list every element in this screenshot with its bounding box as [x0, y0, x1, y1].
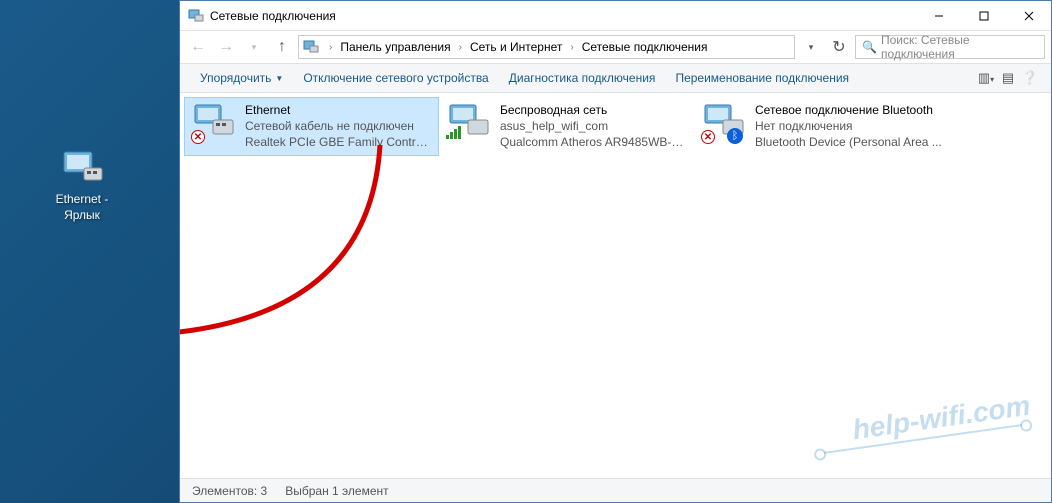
- breadcrumb-item[interactable]: Сеть и Интернет: [468, 40, 564, 54]
- connection-status: Сетевой кабель не подключен: [245, 118, 432, 134]
- organize-menu[interactable]: Упорядочить▼: [190, 71, 293, 85]
- breadcrumb-item[interactable]: Сетевые подключения: [580, 40, 710, 54]
- annotation-arrow: [180, 133, 450, 373]
- command-bar: Упорядочить▼ Отключение сетевого устройс…: [180, 63, 1051, 93]
- connections-list: ✕ Ethernet Сетевой кабель не подключен R…: [180, 93, 1051, 478]
- address-bar: ← → ▾ ↑ › Панель управления › Сеть и Инт…: [180, 31, 1051, 63]
- bluetooth-badge-icon: ᛒ: [727, 128, 743, 144]
- search-icon: 🔍: [862, 40, 877, 54]
- status-count: Элементов: 3: [192, 484, 267, 498]
- search-input[interactable]: 🔍 Поиск: Сетевые подключения: [855, 35, 1045, 59]
- bluetooth-adapter-icon: ✕ ᛒ: [701, 102, 747, 144]
- diagnose-button[interactable]: Диагностика подключения: [499, 71, 666, 85]
- view-options-button[interactable]: ▥▾: [975, 70, 997, 86]
- help-button[interactable]: ❔: [1019, 70, 1041, 86]
- connection-device: Qualcomm Atheros AR9485WB-E...: [500, 134, 687, 150]
- chevron-right-icon: ›: [323, 42, 338, 53]
- control-panel-icon: [303, 39, 319, 55]
- watermark: help-wifi.com: [851, 390, 1033, 447]
- watermark-underline: [824, 424, 1022, 454]
- connection-name: Беспроводная сеть: [500, 102, 687, 118]
- network-adapter-icon: [58, 148, 106, 188]
- addr-dropdown[interactable]: ▾: [799, 35, 823, 59]
- connection-device: Realtek PCIe GBE Family Controller: [245, 134, 432, 150]
- preview-pane-button[interactable]: ▤: [997, 70, 1019, 86]
- rename-button[interactable]: Переименование подключения: [665, 71, 859, 85]
- search-placeholder: Поиск: Сетевые подключения: [881, 33, 1038, 61]
- back-button[interactable]: ←: [186, 35, 210, 59]
- desktop-shortcut-label: Ethernet - Ярлык: [44, 192, 120, 223]
- chevron-right-icon: ›: [453, 42, 468, 53]
- connection-item-ethernet[interactable]: ✕ Ethernet Сетевой кабель не подключен R…: [184, 97, 439, 156]
- connection-status: Нет подключения: [755, 118, 942, 134]
- chevron-down-icon: ▼: [275, 74, 283, 83]
- network-connections-window: Сетевые подключения ← → ▾ ↑ › Панель упр…: [179, 0, 1052, 503]
- breadcrumb[interactable]: › Панель управления › Сеть и Интернет › …: [298, 35, 795, 59]
- recent-dropdown[interactable]: ▾: [242, 35, 266, 59]
- disable-device-button[interactable]: Отключение сетевого устройства: [293, 71, 498, 85]
- disconnected-badge-icon: ✕: [701, 130, 715, 144]
- connection-name: Сетевое подключение Bluetooth: [755, 102, 942, 118]
- minimize-button[interactable]: [916, 1, 961, 30]
- refresh-button[interactable]: ↻: [827, 37, 851, 57]
- disconnected-badge-icon: ✕: [191, 130, 205, 144]
- status-bar: Элементов: 3 Выбран 1 элемент: [180, 478, 1051, 502]
- connection-name: Ethernet: [245, 102, 432, 118]
- close-button[interactable]: [1006, 1, 1051, 30]
- breadcrumb-item[interactable]: Панель управления: [338, 40, 452, 54]
- connection-item-wifi[interactable]: Беспроводная сеть asus_help_wifi_com Qua…: [439, 97, 694, 156]
- window-title: Сетевые подключения: [210, 9, 916, 23]
- ethernet-adapter-icon: ✕: [191, 102, 237, 144]
- maximize-button[interactable]: [961, 1, 1006, 30]
- desktop-shortcut-ethernet[interactable]: Ethernet - Ярлык: [44, 148, 120, 223]
- up-button[interactable]: ↑: [270, 35, 294, 59]
- status-selected: Выбран 1 элемент: [285, 484, 388, 498]
- window-icon: [188, 8, 204, 24]
- connection-status: asus_help_wifi_com: [500, 118, 687, 134]
- forward-button[interactable]: →: [214, 35, 238, 59]
- chevron-right-icon: ›: [564, 42, 579, 53]
- connection-item-bluetooth[interactable]: ✕ ᛒ Сетевое подключение Bluetooth Нет по…: [694, 97, 949, 156]
- connection-device: Bluetooth Device (Personal Area ...: [755, 134, 942, 150]
- wifi-adapter-icon: [446, 102, 492, 144]
- signal-bars-icon: [446, 125, 462, 144]
- titlebar: Сетевые подключения: [180, 1, 1051, 31]
